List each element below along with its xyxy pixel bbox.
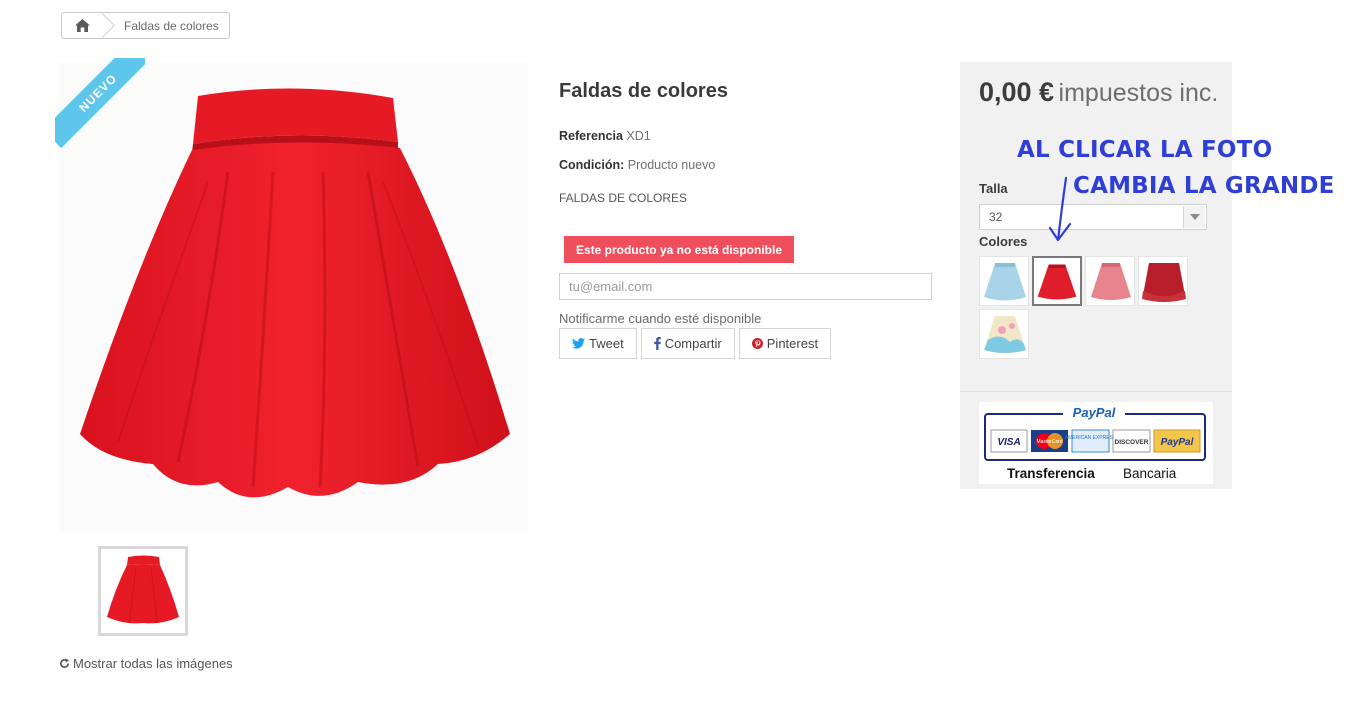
reference-value: XD1 <box>626 129 651 143</box>
colors-label: Colores <box>979 234 1028 249</box>
size-select-toggle[interactable] <box>1183 206 1205 228</box>
breadcrumb: Faldas de colores <box>61 12 230 39</box>
social-share-buttons: Tweet Compartir Pinterest <box>559 328 832 359</box>
product-price: 0,00 € impuestos inc. <box>979 76 1229 113</box>
product-condition: Condición: Producto nuevo <box>559 158 715 172</box>
payment-methods-panel: PayPal VISA MasterCard AMERICAN EXPRESS … <box>960 392 1232 489</box>
size-select[interactable]: 32 <box>979 204 1207 230</box>
annotation-line-1: AL CLICAR LA FOTO <box>1017 137 1273 163</box>
payment-logos-image: PayPal VISA MasterCard AMERICAN EXPRESS … <box>984 404 1206 481</box>
notify-when-available-text: Notificarme cuando esté disponible <box>559 311 762 326</box>
color-swatch-dark-red[interactable] <box>1138 256 1188 306</box>
red-skirt-thumbnail-image <box>107 555 179 624</box>
size-label: Talla <box>979 181 1008 196</box>
purchase-panel: 0,00 € impuestos inc. Talla 32 Colores <box>960 62 1232 392</box>
tweet-button[interactable]: Tweet <box>559 328 637 359</box>
mastercard-card-text: MasterCard <box>1036 439 1062 445</box>
product-thumbnail[interactable] <box>98 546 188 636</box>
price-amount: 0,00 € <box>979 77 1055 107</box>
bank-transfer-rest-text: Bancaria <box>1123 466 1177 481</box>
twitter-icon <box>572 338 585 349</box>
annotation-arrow <box>1048 176 1072 242</box>
pinterest-label: Pinterest <box>766 336 819 351</box>
condition-value: Producto nuevo <box>627 158 716 172</box>
size-select-value: 32 <box>989 210 1003 224</box>
paypal-card-text: PayPal <box>1161 437 1194 448</box>
printed-skirt-swatch-image <box>984 316 1026 353</box>
price-tax-label: impuestos inc. <box>1058 79 1219 107</box>
refresh-icon <box>60 658 70 668</box>
visa-card-text: VISA <box>997 437 1020 448</box>
annotation-line-2: CAMBIA LA GRANDE <box>1073 173 1335 199</box>
tweet-label: Tweet <box>589 336 624 351</box>
payment-logos: PayPal VISA MasterCard AMERICAN EXPRESS … <box>979 402 1213 484</box>
chevron-down-icon <box>1189 214 1200 220</box>
light-blue-skirt-swatch-image <box>984 263 1026 301</box>
breadcrumb-current[interactable]: Faldas de colores <box>116 19 229 33</box>
show-all-images-label: Mostrar todas las imágenes <box>73 656 233 671</box>
breadcrumb-home-link[interactable] <box>62 13 102 38</box>
notify-email-input[interactable] <box>559 273 932 300</box>
red-skirt-swatch-image <box>1037 264 1077 300</box>
dark-red-skirt-swatch-image <box>1142 263 1186 302</box>
amex-card-text: AMERICAN EXPRESS <box>1065 435 1117 441</box>
new-badge-label: NUEVO <box>55 58 145 148</box>
paypal-logo-text: PayPal <box>1073 405 1116 420</box>
color-swatch-printed[interactable] <box>979 309 1029 359</box>
show-all-images-link[interactable]: Mostrar todas las imágenes <box>59 656 233 671</box>
new-badge-ribbon: NUEVO <box>55 58 145 148</box>
discover-card-text: DISCOVER <box>1115 439 1149 446</box>
color-swatch-pink[interactable] <box>1085 256 1135 306</box>
pinterest-icon <box>751 338 763 349</box>
pink-skirt-swatch-image <box>1091 263 1131 300</box>
product-reference: Referencia XD1 <box>559 129 651 143</box>
reference-label: Referencia <box>559 129 623 143</box>
home-icon <box>74 19 90 32</box>
breadcrumb-separator <box>102 12 116 39</box>
facebook-share-button[interactable]: Compartir <box>640 328 735 359</box>
facebook-share-label: Compartir <box>664 336 722 351</box>
bank-transfer-bold-text: Transferencia <box>1007 466 1095 481</box>
facebook-icon <box>653 337 661 350</box>
unavailable-alert: Este producto ya no está disponible <box>564 236 794 263</box>
condition-label: Condición: <box>559 158 625 172</box>
color-swatch-red[interactable] <box>1032 256 1082 306</box>
product-description: FALDAS DE COLORES <box>559 191 688 205</box>
pinterest-button[interactable]: Pinterest <box>738 328 832 359</box>
product-title: Faldas de colores <box>559 80 728 102</box>
color-swatch-light-blue[interactable] <box>979 256 1029 306</box>
